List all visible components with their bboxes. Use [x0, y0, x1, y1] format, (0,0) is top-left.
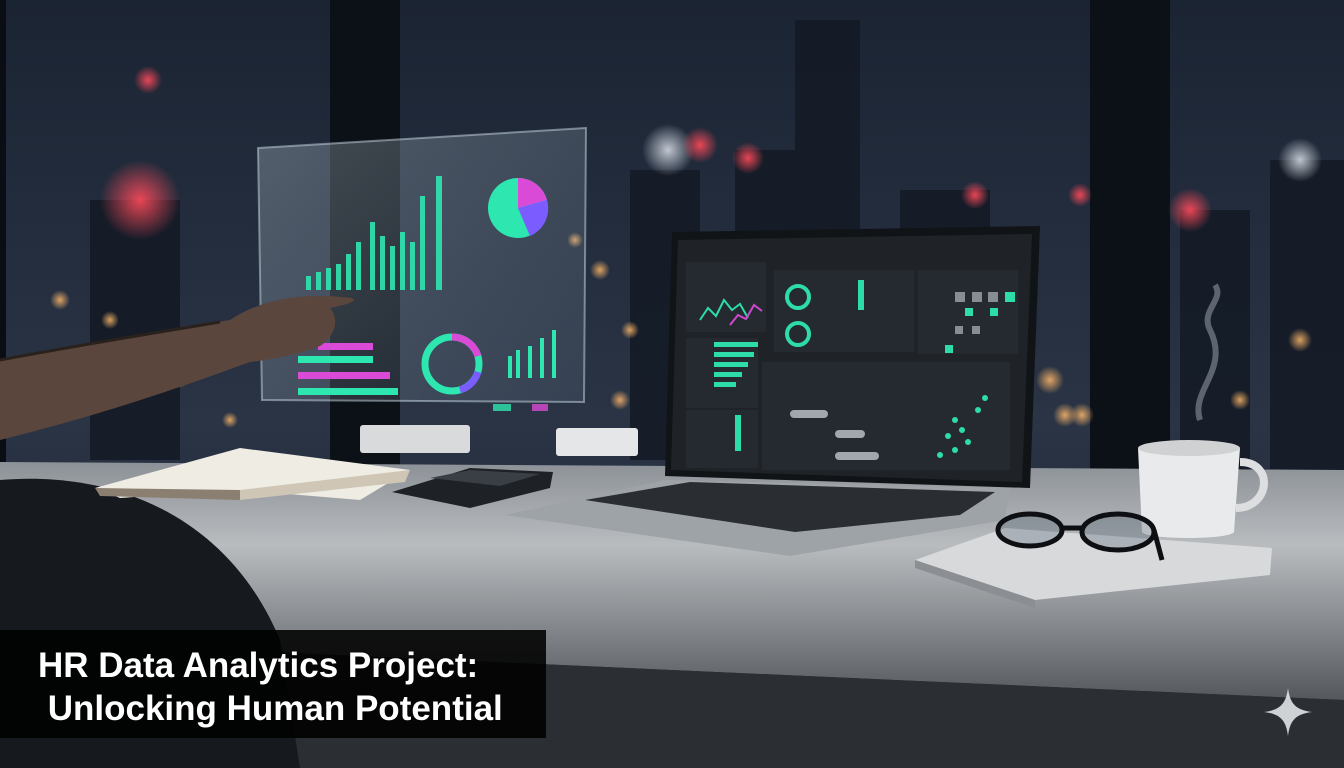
title-line-1: HR Data Analytics Project: [38, 646, 479, 685]
title-line-2: Unlocking Human Potential [38, 689, 503, 728]
laptop-dashboard [686, 262, 1018, 470]
title-caption: HR Data Analytics Project: Unlocking Hum… [0, 630, 546, 738]
photo-scene: HR Data Analytics Project: Unlocking Hum… [0, 0, 1344, 768]
holographic-dashboard [256, 126, 588, 411]
sparkle-icon [1264, 688, 1312, 736]
